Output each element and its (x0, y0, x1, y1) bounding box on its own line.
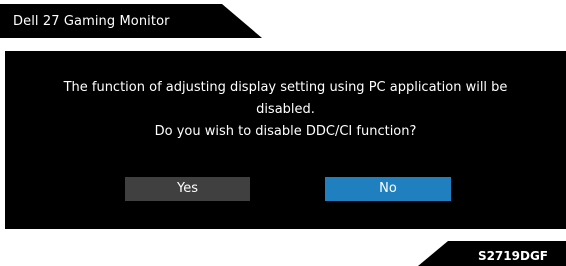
dialog-message: The function of adjusting display settin… (5, 77, 566, 143)
message-line-1: The function of adjusting display settin… (63, 80, 508, 95)
ddcci-confirm-dialog: The function of adjusting display settin… (5, 51, 566, 229)
message-line-2: disabled. (256, 102, 315, 117)
model-number: S2719DGF (477, 249, 548, 263)
monitor-title: Dell 27 Gaming Monitor (13, 14, 170, 29)
osd-screen: Dell 27 Gaming Monitor The function of a… (0, 0, 566, 266)
message-line-3: Do you wish to disable DDC/CI function? (154, 124, 417, 139)
no-button[interactable]: No (325, 177, 451, 201)
yes-button[interactable]: Yes (125, 177, 250, 201)
